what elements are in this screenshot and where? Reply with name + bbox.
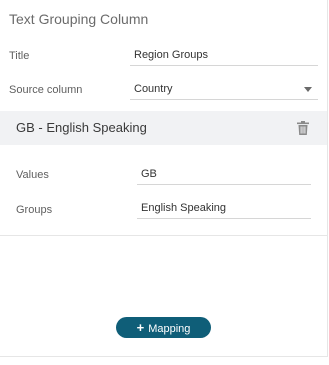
title-label: Title (9, 50, 30, 62)
groups-label: Groups (16, 204, 53, 216)
chevron-down-icon (304, 87, 312, 92)
source-column-value: Country (134, 83, 173, 95)
group-header[interactable]: GB - English Speaking (0, 111, 327, 145)
values-label: Values (16, 169, 49, 181)
group-title: GB - English Speaking (16, 120, 147, 135)
section-divider (0, 235, 327, 236)
title-input[interactable]: Region Groups (130, 44, 318, 66)
groups-input[interactable]: English Speaking (137, 197, 311, 219)
add-mapping-label: Mapping (148, 323, 191, 335)
source-column-label: Source column (9, 84, 83, 96)
panel-title: Text Grouping Column (9, 11, 149, 27)
values-input[interactable]: GB (137, 163, 311, 185)
text-grouping-panel: Text Grouping Column Title Region Groups… (0, 0, 328, 357)
add-mapping-button[interactable]: + Mapping (116, 317, 211, 338)
plus-icon: + (136, 320, 145, 335)
trash-icon[interactable] (297, 121, 309, 135)
source-column-select[interactable]: Country (130, 78, 318, 100)
